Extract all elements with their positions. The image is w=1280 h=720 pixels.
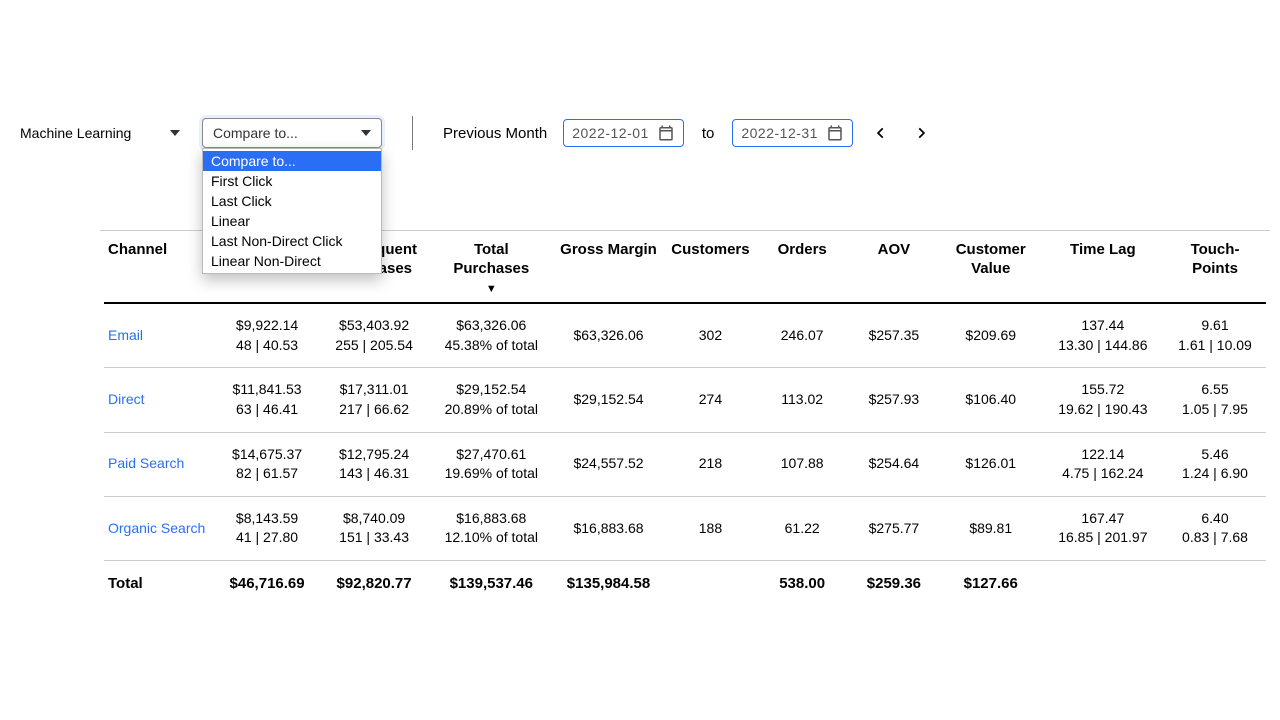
date-from-picker[interactable]: 2022-12-01 [563,119,684,147]
cell-tp: 6.551.05 | 7.95 [1164,368,1266,432]
calendar-icon [657,124,675,142]
total-tp [1164,561,1266,607]
total-first: $46,716.69 [216,561,318,607]
chevron-down-icon [361,130,371,136]
cell-sub: $12,795.24143 | 46.31 [318,432,430,496]
col-total-label: Total Purchases [453,241,529,277]
cell-orders: 246.07 [756,303,848,368]
cell-first: $8,143.5941 | 27.80 [216,496,318,560]
cell-tl: 122.144.75 | 162.24 [1042,432,1164,496]
compare-select-label: Compare to... [213,125,361,141]
cell-cv: $106.40 [940,368,1042,432]
sort-descending-icon: ▼ [434,283,548,297]
cell-aov: $275.77 [848,496,940,560]
col-gross-margin[interactable]: Gross Margin [552,231,664,303]
channel-link[interactable]: Organic Search [104,496,216,560]
cell-tp: 5.461.24 | 6.90 [1164,432,1266,496]
cell-tot: $16,883.6812.10% of total [430,496,552,560]
calendar-icon [826,124,844,142]
channel-link[interactable]: Email [104,303,216,368]
col-total-purchases[interactable]: Total Purchases ▼ [430,231,552,303]
cell-aov: $257.93 [848,368,940,432]
col-customer-value[interactable]: Customer Value [940,231,1042,303]
cell-tot: $63,326.0645.38% of total [430,303,552,368]
total-cv: $127.66 [940,561,1042,607]
channel-link[interactable]: Direct [104,368,216,432]
col-time-lag[interactable]: Time Lag [1042,231,1164,303]
table-row: Organic Search$8,143.5941 | 27.80$8,740.… [104,496,1266,560]
total-tl [1042,561,1164,607]
previous-month-label: Previous Month [443,125,547,142]
col-channel[interactable]: Channel [104,231,216,303]
next-period-button[interactable] [909,121,933,145]
col-customers[interactable]: Customers [665,231,757,303]
cell-gross: $29,152.54 [552,368,664,432]
total-aov: $259.36 [848,561,940,607]
date-to-value: 2022-12-31 [741,125,818,141]
total-label: Total [104,561,216,607]
cell-sub: $8,740.09151 | 33.43 [318,496,430,560]
table-row: Paid Search$14,675.3782 | 61.57$12,795.2… [104,432,1266,496]
model-select[interactable]: Machine Learning [10,119,190,147]
cell-tot: $27,470.6119.69% of total [430,432,552,496]
cell-sub: $17,311.01217 | 66.62 [318,368,430,432]
compare-dropdown-menu: Compare to... First Click Last Click Lin… [202,148,382,274]
cell-gross: $16,883.68 [552,496,664,560]
cell-sub: $53,403.92255 | 205.54 [318,303,430,368]
table-row: Email$9,922.1448 | 40.53$53,403.92255 | … [104,303,1266,368]
compare-option[interactable]: Linear [203,211,381,231]
total-customers [665,561,757,607]
cell-aov: $254.64 [848,432,940,496]
date-to-picker[interactable]: 2022-12-31 [732,119,853,147]
cell-customers: 218 [665,432,757,496]
col-aov[interactable]: AOV [848,231,940,303]
cell-cv: $89.81 [940,496,1042,560]
prev-period-button[interactable] [869,121,893,145]
compare-option[interactable]: Last Click [203,191,381,211]
cell-customers: 302 [665,303,757,368]
compare-select[interactable]: Compare to... [202,118,382,148]
cell-cv: $209.69 [940,303,1042,368]
cell-tot: $29,152.5420.89% of total [430,368,552,432]
model-select-label: Machine Learning [20,125,170,141]
channel-link[interactable]: Paid Search [104,432,216,496]
col-orders[interactable]: Orders [756,231,848,303]
compare-option[interactable]: Compare to... [203,151,381,171]
cell-tl: 137.4413.30 | 144.86 [1042,303,1164,368]
date-from-value: 2022-12-01 [572,125,649,141]
cell-orders: 113.02 [756,368,848,432]
total-tot: $139,537.46 [430,561,552,607]
col-touch-points[interactable]: Touch-Points [1164,231,1266,303]
vertical-separator [412,116,413,150]
chevron-down-icon [170,130,180,136]
table-row: Direct$11,841.5363 | 46.41$17,311.01217 … [104,368,1266,432]
compare-option[interactable]: Linear Non-Direct [203,251,381,271]
cell-orders: 61.22 [756,496,848,560]
cell-tl: 167.4716.85 | 201.97 [1042,496,1164,560]
compare-option[interactable]: First Click [203,171,381,191]
cell-cv: $126.01 [940,432,1042,496]
cell-first: $14,675.3782 | 61.57 [216,432,318,496]
cell-customers: 274 [665,368,757,432]
total-gross: $135,984.58 [552,561,664,607]
cell-tp: 6.400.83 | 7.68 [1164,496,1266,560]
total-row: Total $46,716.69 $92,820.77 $139,537.46 … [104,561,1266,607]
cell-gross: $63,326.06 [552,303,664,368]
cell-first: $11,841.5363 | 46.41 [216,368,318,432]
total-orders: 538.00 [756,561,848,607]
attribution-table: Channel First Purchases Subsequent Purch… [104,231,1266,606]
compare-option[interactable]: Last Non-Direct Click [203,231,381,251]
cell-gross: $24,557.52 [552,432,664,496]
cell-tl: 155.7219.62 | 190.43 [1042,368,1164,432]
total-sub: $92,820.77 [318,561,430,607]
cell-aov: $257.35 [848,303,940,368]
cell-orders: 107.88 [756,432,848,496]
cell-first: $9,922.1448 | 40.53 [216,303,318,368]
to-label: to [702,125,715,142]
cell-customers: 188 [665,496,757,560]
cell-tp: 9.611.61 | 10.09 [1164,303,1266,368]
